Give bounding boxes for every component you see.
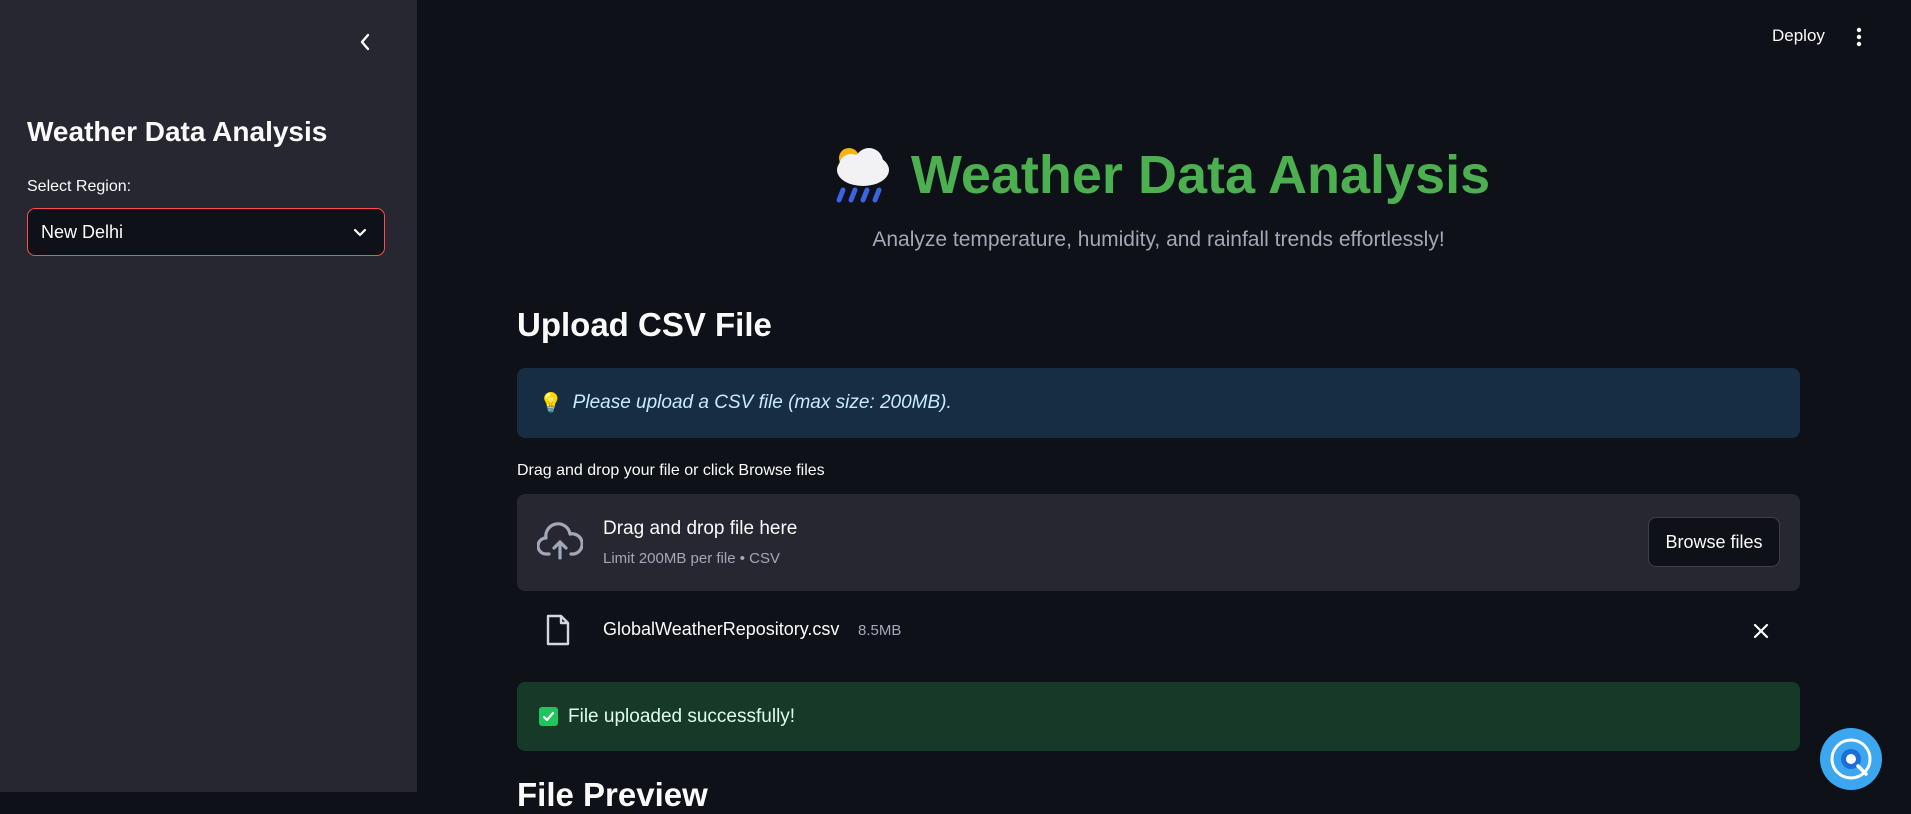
uploaded-file-item: GlobalWeatherRepository.csv 8.5MB (517, 610, 1800, 652)
file-dropzone[interactable]: Drag and drop file here Limit 200MB per … (517, 494, 1800, 591)
page-title: Weather Data Analysis (910, 145, 1491, 205)
success-alert-text: File uploaded successfully! (568, 705, 796, 727)
uploaded-file-size: 8.5MB (858, 622, 902, 639)
page-subtitle: Analyze temperature, humidity, and rainf… (872, 228, 1445, 251)
lightbulb-icon: 💡 (539, 393, 563, 414)
upload-section-title: Upload CSV File (517, 306, 772, 343)
file-preview-title: File Preview (517, 776, 708, 813)
uploaded-file-name: GlobalWeatherRepository.csv (603, 619, 840, 639)
browse-files-button[interactable]: Browse files (1648, 517, 1780, 567)
uploader-label: Drag and drop your file or click Browse … (517, 462, 825, 479)
info-alert: 💡 Please upload a CSV file (max size: 20… (517, 368, 1800, 438)
chevron-left-icon (360, 33, 370, 51)
remove-file-button[interactable] (1749, 619, 1773, 643)
success-alert: File uploaded successfully! (517, 682, 1800, 751)
sidebar: Weather Data Analysis Select Region: New… (0, 0, 417, 792)
region-select[interactable]: New Delhi (27, 208, 385, 256)
cloud-upload-icon (537, 522, 583, 560)
chat-assistant-icon (1830, 738, 1872, 780)
dropzone-limit: Limit 200MB per file • CSV (603, 550, 780, 567)
info-alert-text: Please upload a CSV file (max size: 200M… (572, 392, 952, 413)
region-select-value: New Delhi (41, 221, 124, 242)
collapse-sidebar-button[interactable] (350, 27, 380, 57)
file-icon (546, 614, 570, 646)
region-label: Select Region: (27, 178, 132, 195)
chat-assistant-button[interactable] (1820, 728, 1882, 790)
chevron-down-icon (353, 228, 367, 237)
check-icon (539, 707, 558, 726)
close-icon (1753, 623, 1769, 639)
sidebar-title: Weather Data Analysis (27, 116, 328, 147)
deploy-button[interactable]: Deploy (1772, 26, 1825, 46)
weather-emoji-icon (836, 148, 889, 203)
dropzone-instructions: Drag and drop file here (603, 518, 798, 539)
main-menu-button[interactable] (1849, 24, 1869, 50)
hero: Weather Data Analysis Analyze temperatur… (517, 140, 1800, 252)
kebab-menu-icon (1856, 27, 1862, 47)
